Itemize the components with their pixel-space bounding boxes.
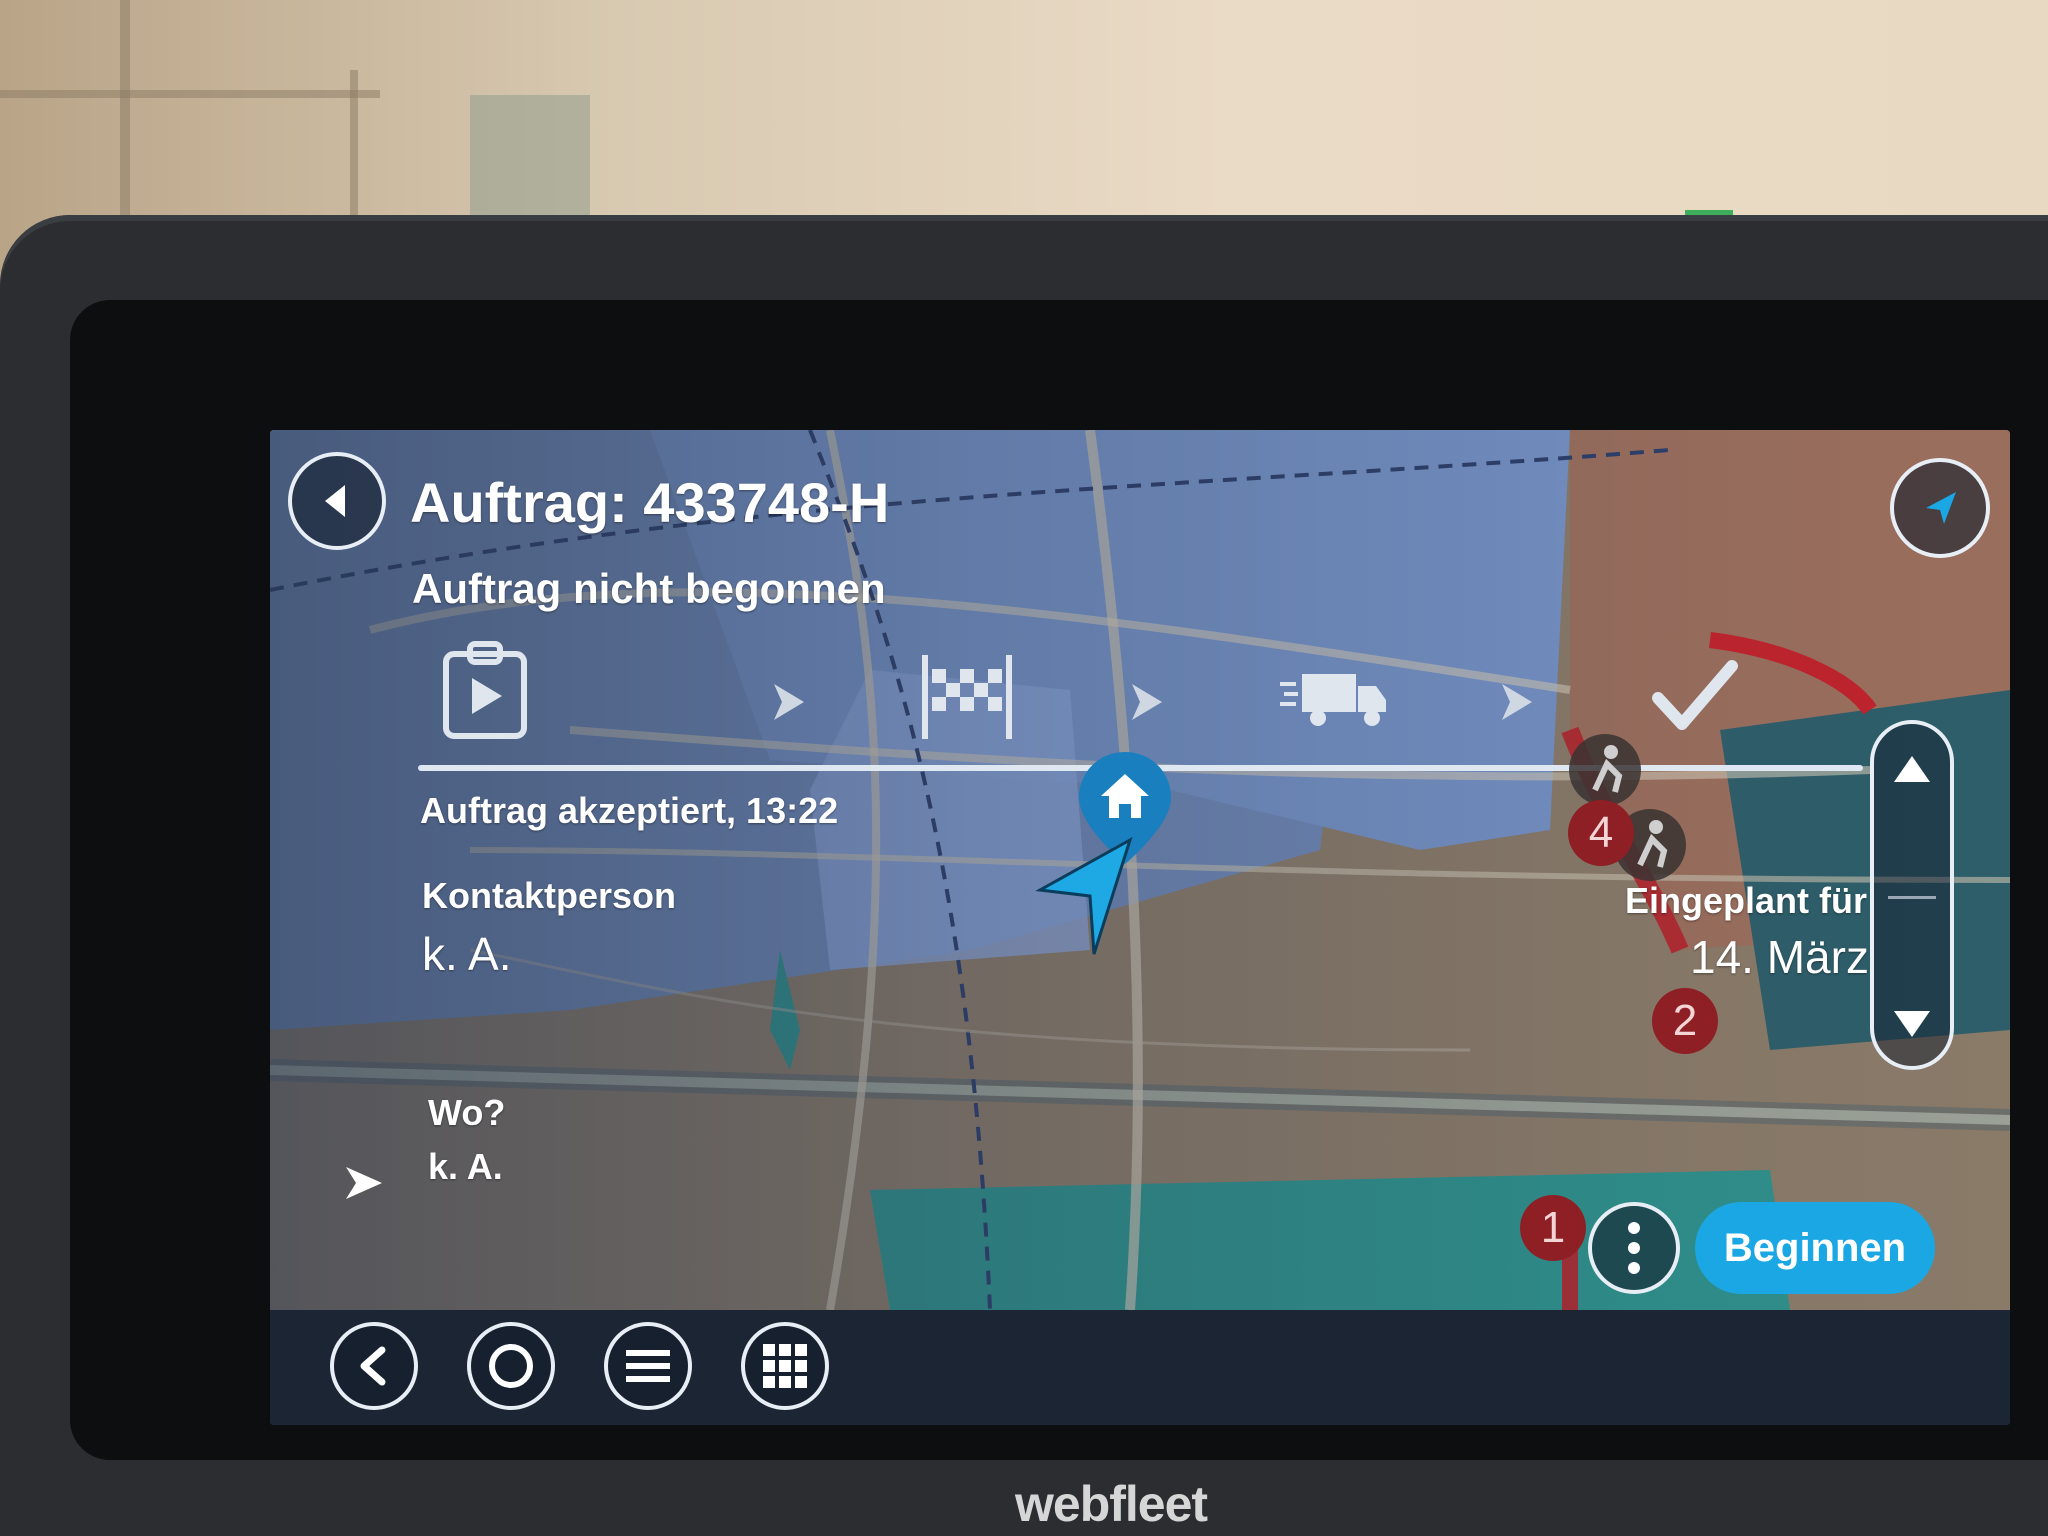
- accepted-time: Auftrag akzeptiert, 13:22: [420, 790, 839, 831]
- where-label: Wo?: [428, 1092, 506, 1133]
- route-marker-1[interactable]: 1: [1520, 1195, 1586, 1261]
- device-screen: Auftrag: 433748-H Auftrag nicht begonnen: [270, 430, 2010, 1425]
- chevron-down-icon: [1894, 1011, 1930, 1037]
- vertical-dots-icon: [1628, 1222, 1640, 1274]
- more-options-button[interactable]: [1588, 1202, 1680, 1294]
- scroll-up-button[interactable]: [1874, 724, 1950, 894]
- delivery-truck-icon: [1280, 670, 1390, 735]
- back-arrow-icon: [325, 485, 345, 517]
- circle-home-icon: [489, 1344, 533, 1388]
- back-chevron-icon: [360, 1346, 386, 1386]
- order-status: Auftrag nicht begonnen: [412, 565, 886, 612]
- scroll-control: [1870, 720, 1954, 1070]
- scheduled-label: Eingeplant für: [1625, 880, 1867, 921]
- where-value: k. A.: [428, 1146, 503, 1187]
- wall-box: [470, 95, 590, 215]
- location-arrow-icon: [1926, 492, 1956, 524]
- bottom-navigation: [270, 1310, 2010, 1425]
- contact-value: k. A.: [422, 928, 512, 980]
- scheduled-value: 14. März: [1690, 931, 1869, 983]
- contact-label: Kontaktperson: [422, 875, 677, 916]
- step-arrow-icon: [1130, 682, 1164, 727]
- nav-home-button[interactable]: [467, 1322, 555, 1410]
- clipboard-play-icon: [440, 640, 530, 745]
- nav-apps-button[interactable]: [741, 1322, 829, 1410]
- order-title: Auftrag: 433748-H: [410, 471, 890, 534]
- step-arrow-icon: [772, 682, 806, 727]
- nav-menu-button[interactable]: [604, 1322, 692, 1410]
- route-marker-4[interactable]: 4: [1568, 800, 1634, 866]
- expand-arrow-icon[interactable]: [344, 1165, 384, 1206]
- checkmark-icon: [1652, 658, 1738, 739]
- begin-button[interactable]: Beginnen: [1695, 1202, 1935, 1294]
- scroll-down-button[interactable]: [1874, 899, 1950, 1069]
- back-button[interactable]: [288, 452, 386, 550]
- checkered-flag-icon: [920, 655, 1014, 744]
- app-grid-icon: [763, 1344, 807, 1388]
- brand-logo: webfleet: [1015, 1476, 1208, 1532]
- vehicle-position-icon: [1030, 830, 1140, 965]
- hamburger-menu-icon: [626, 1350, 670, 1382]
- current-location-button[interactable]: [1890, 458, 1990, 558]
- step-arrow-icon: [1500, 682, 1534, 727]
- route-marker-2[interactable]: 2: [1652, 988, 1718, 1054]
- chevron-up-icon: [1894, 756, 1930, 782]
- nav-back-button[interactable]: [330, 1322, 418, 1410]
